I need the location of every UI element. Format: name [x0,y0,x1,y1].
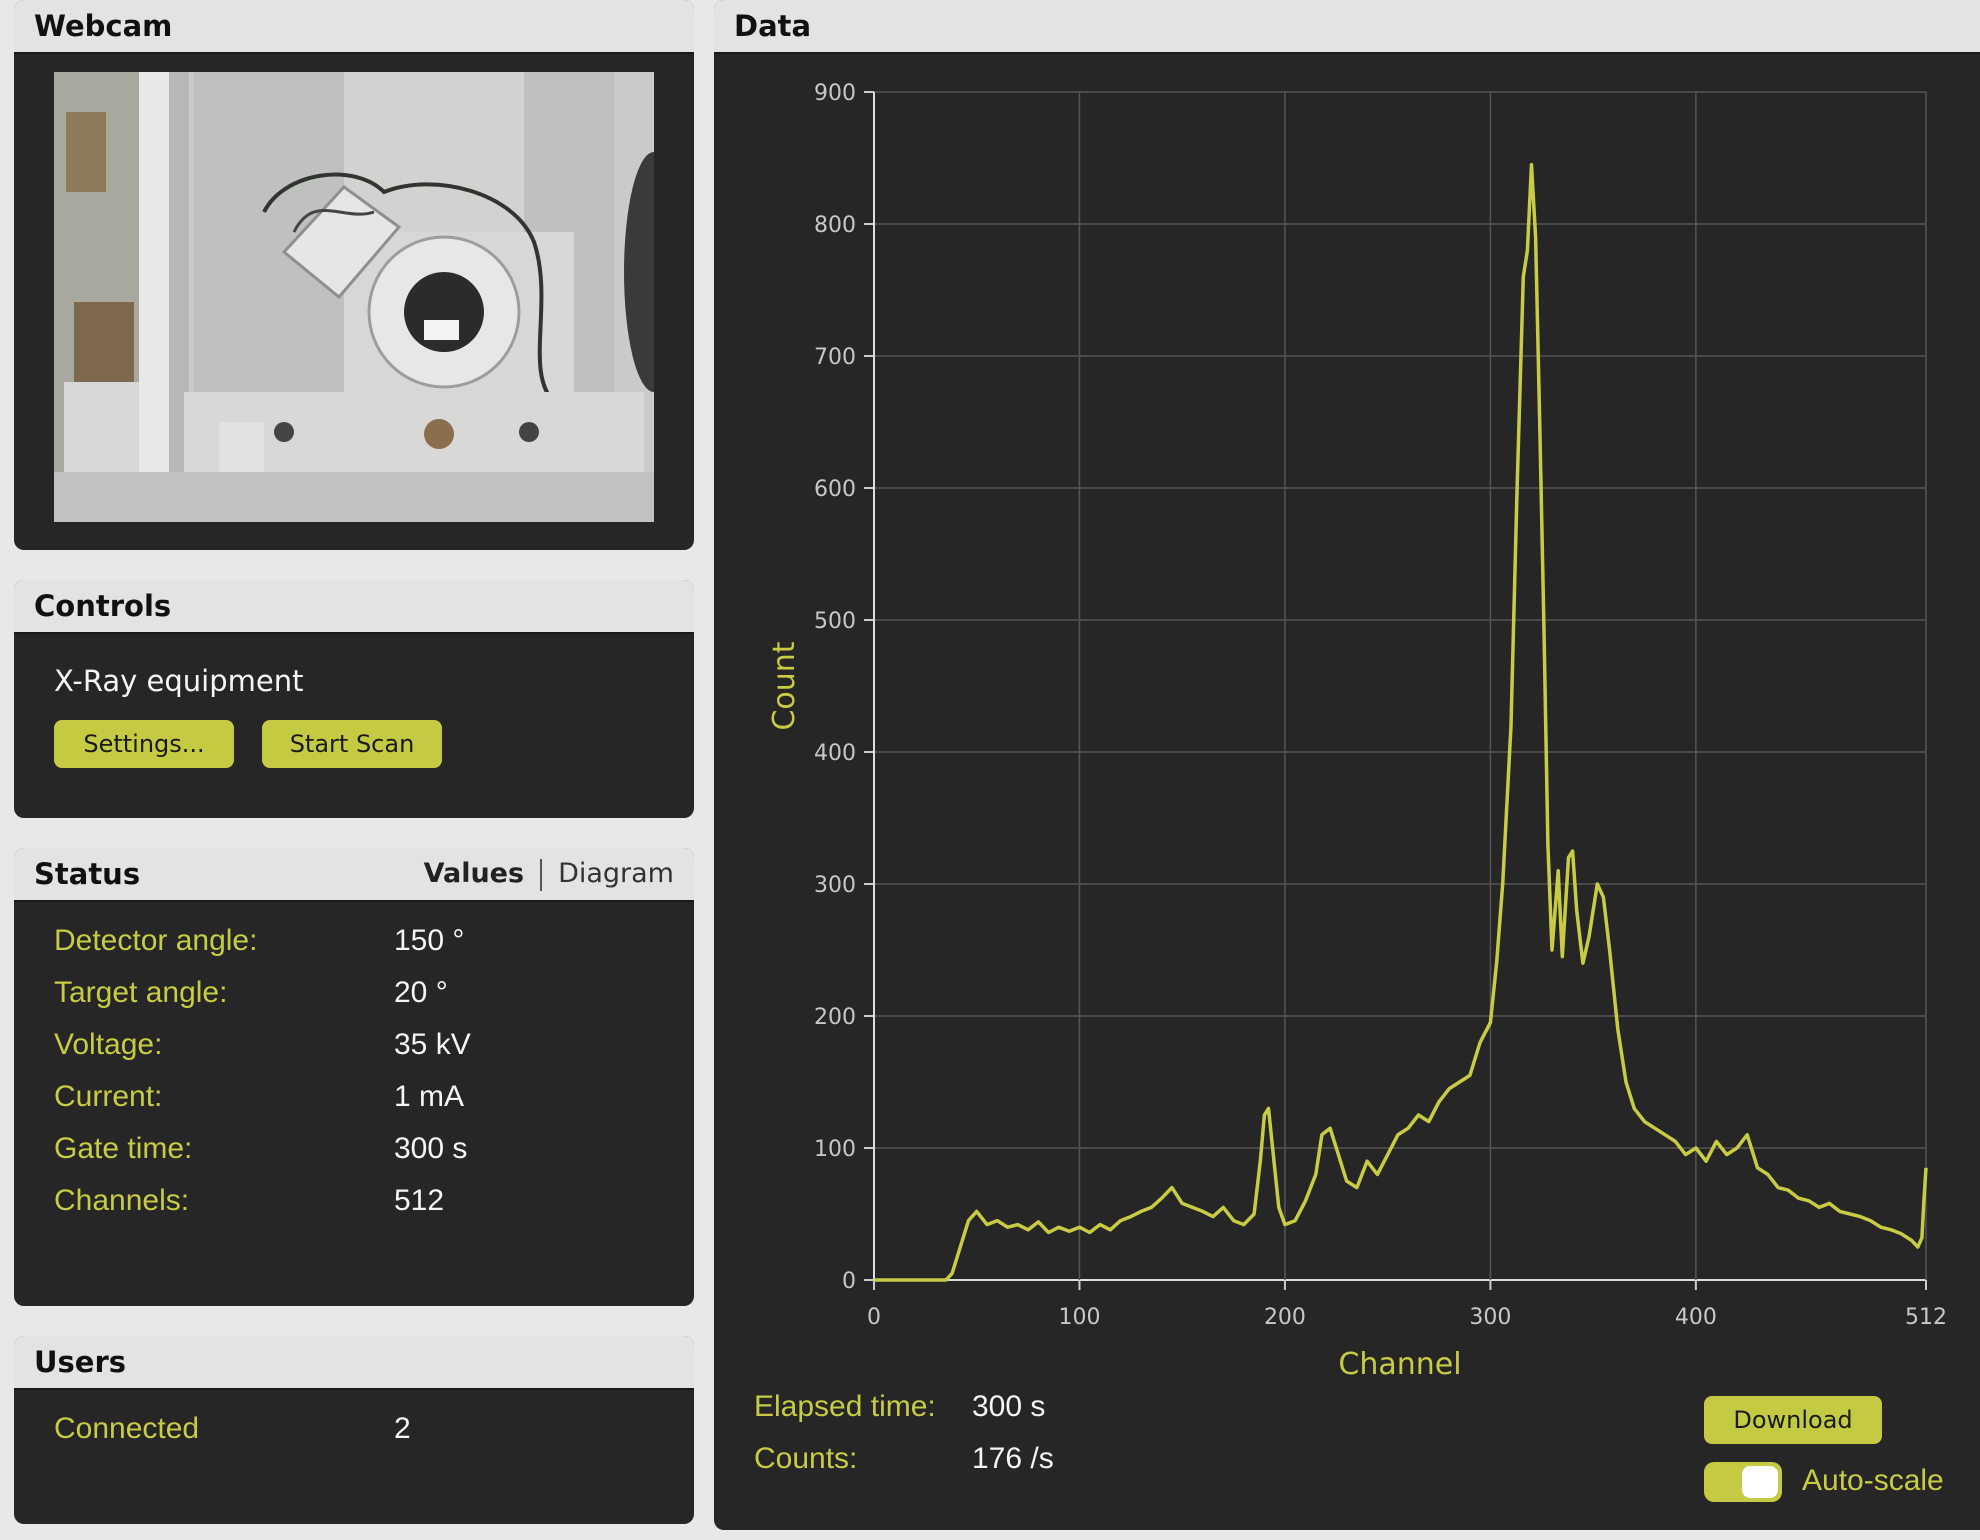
elapsed-time-label: Elapsed time: [754,1390,936,1423]
y-tick-label: 800 [814,213,856,238]
x-tick-label: 200 [1264,1305,1306,1330]
toggle-knob [1742,1466,1778,1498]
auto-scale-toggle[interactable] [1704,1462,1782,1502]
connected-value: 2 [394,1412,411,1445]
tab-diagram[interactable]: Diagram [558,858,674,889]
y-tick-label: 300 [814,873,856,898]
x-tick-label: 512 [1905,1305,1947,1330]
download-button[interactable]: Download [1704,1396,1882,1444]
counts-label: Counts: [754,1442,858,1475]
webcam-image [54,72,654,522]
status-value: 512 [394,1184,445,1217]
data-header: Data [714,0,1980,54]
status-label: Target angle: [54,976,228,1009]
start-scan-button[interactable]: Start Scan [262,720,442,768]
spectrum-chart: 0 100 200 300 400 500 600 700 800 900 0 100 200 300 40… [767,81,1947,1382]
controls-header: Controls [14,580,694,634]
status-value: 20 ° [394,976,448,1009]
x-tick-label: 100 [1058,1305,1100,1330]
status-header: Status Values Diagram [14,848,694,902]
x-tick-label: 0 [867,1305,881,1330]
controls-panel: Controls X-Ray equipment Settings... Sta… [14,580,694,818]
elapsed-time-value: 300 s [972,1390,1046,1423]
x-tick-label: 400 [1675,1305,1717,1330]
y-tick-label: 200 [814,1005,856,1030]
y-axis-label: Count [767,641,802,730]
connected-label: Connected [54,1412,200,1445]
auto-scale-label: Auto-scale [1802,1464,1944,1497]
status-title: Status [34,857,141,891]
status-label: Channels: [54,1184,190,1217]
x-tick-label: 300 [1469,1305,1511,1330]
status-value: 35 kV [394,1028,471,1061]
webcam-header: Webcam [14,0,694,54]
status-tabs: Values Diagram [424,848,674,900]
users-panel: Users Connected 2 [14,1336,694,1524]
counts-value: 176 /s [972,1442,1054,1475]
y-tick-label: 0 [842,1269,856,1294]
status-value: 300 s [394,1132,468,1165]
status-label: Voltage: [54,1028,163,1061]
x-axis-label: Channel [1338,1347,1461,1382]
settings-button[interactable]: Settings... [54,720,234,768]
status-value: 1 mA [394,1080,465,1113]
users-header: Users [14,1336,694,1390]
y-tick-label: 500 [814,609,856,634]
tab-separator [540,858,543,891]
equipment-label: X-Ray equipment [54,664,304,698]
y-tick-label: 400 [814,741,856,766]
status-label: Current: [54,1080,163,1113]
y-tick-label: 700 [814,345,856,370]
tab-values[interactable]: Values [424,858,525,889]
webcam-panel: Webcam [14,0,694,550]
series-line [874,162,1928,1282]
status-value: 150 ° [394,924,465,957]
status-panel: Status Values Diagram Detector angle: 150 … [14,848,694,1306]
y-tick-label: 900 [814,81,856,106]
data-panel: Data 0 100 200 300 400 500 600 700 800 900 0 100 200… [714,0,1980,1530]
y-tick-label: 600 [814,477,856,502]
y-tick-label: 100 [814,1137,856,1162]
status-label: Gate time: [54,1132,193,1165]
status-label: Detector angle: [54,924,258,957]
